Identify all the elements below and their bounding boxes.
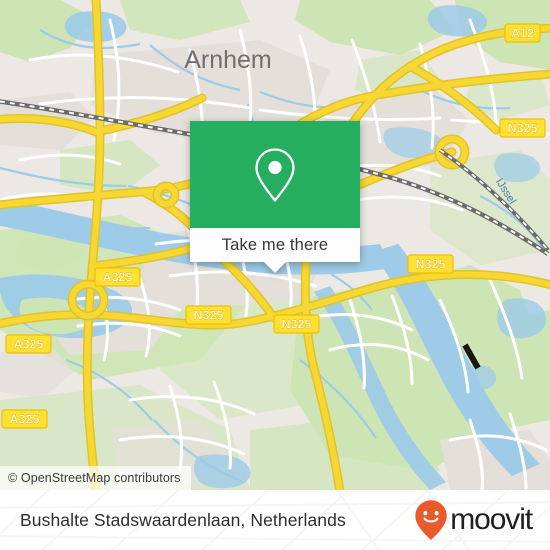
map-city-label: Arnhem bbox=[184, 46, 272, 74]
svg-text:A325: A325 bbox=[14, 338, 44, 352]
svg-text:N325: N325 bbox=[508, 122, 538, 136]
moovit-logo[interactable]: moovit bbox=[414, 499, 533, 541]
moovit-wordmark: moovit bbox=[450, 503, 533, 536]
road-shield-n325-c1: N325 bbox=[185, 305, 232, 325]
road-shield-a325-mid: A325 bbox=[94, 267, 141, 287]
moovit-pin-icon bbox=[415, 500, 447, 540]
road-shield-a325-w: A325 bbox=[5, 334, 52, 354]
road-shield-a12: A12 bbox=[504, 23, 541, 43]
svg-text:A12: A12 bbox=[511, 27, 534, 41]
place-title: Bushalte Stadswaardenlaan, Netherlands bbox=[20, 509, 346, 530]
road-shield-a325-sw: A325 bbox=[1, 409, 48, 429]
popup-graphic-area bbox=[190, 121, 360, 228]
take-me-there-label: Take me there bbox=[221, 235, 329, 254]
location-popup[interactable]: Take me there bbox=[190, 121, 360, 273]
svg-text:N325: N325 bbox=[282, 318, 312, 332]
svg-text:N325: N325 bbox=[194, 309, 224, 323]
page-footer: Bushalte Stadswaardenlaan, Netherlands m… bbox=[0, 490, 550, 550]
map-attribution[interactable]: © OpenStreetMap contributors bbox=[0, 466, 191, 490]
popup-pointer bbox=[264, 262, 286, 273]
road-shield-n325-ne: N325 bbox=[499, 118, 546, 138]
svg-text:A325: A325 bbox=[103, 271, 133, 285]
take-me-there-button[interactable]: Take me there bbox=[190, 228, 360, 262]
moovit-map-screenshot: Arnhem IJssel A12 N325 N325 A325 A325 N3… bbox=[0, 0, 550, 550]
svg-text:N325: N325 bbox=[416, 258, 446, 272]
road-shield-n325-c2: N325 bbox=[273, 314, 320, 334]
svg-text:A325: A325 bbox=[10, 413, 40, 427]
map-attribution-text: © OpenStreetMap contributors bbox=[8, 471, 181, 485]
location-pin-icon bbox=[255, 147, 295, 202]
road-shield-n325-e: N325 bbox=[407, 254, 454, 274]
